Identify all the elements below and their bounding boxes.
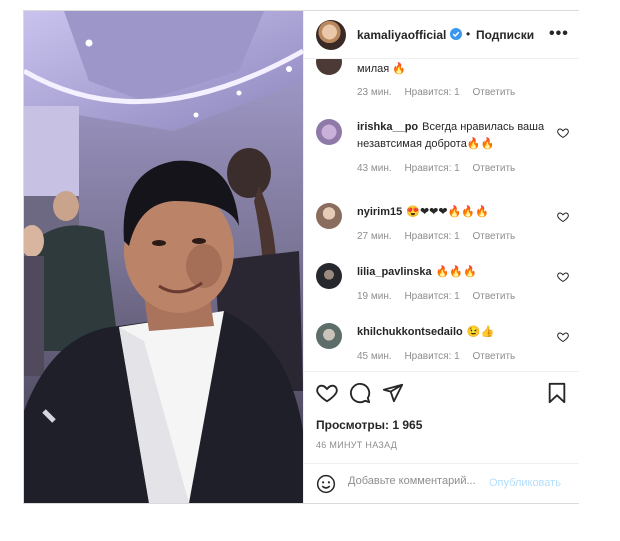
comment-reply-button[interactable]: Ответить [472, 87, 515, 98]
header-separator: • [466, 27, 471, 41]
comment-likes[interactable]: Нравится: 1 [404, 291, 459, 302]
comment-avatar[interactable] [316, 59, 342, 75]
comment-meta: 43 мин. Нравится: 1 Ответить [357, 163, 525, 174]
instagram-post: kamaliyaofficial • Подписки ••• милая 🔥 … [23, 10, 579, 504]
comment-time[interactable]: 45 мин. [357, 351, 392, 362]
add-comment-input[interactable] [348, 475, 483, 487]
like-comment-heart-icon[interactable] [557, 331, 569, 343]
comment-reply-button[interactable]: Ответить [472, 351, 515, 362]
comment-text: 😍❤❤❤🔥🔥🔥 [406, 206, 489, 218]
comment-body: nyirim15 😍❤❤❤🔥🔥🔥 [357, 204, 547, 221]
following-button[interactable]: Подписки [476, 28, 534, 42]
comment-time[interactable]: 23 мин. [357, 87, 392, 98]
comment-text: милая 🔥 [357, 63, 406, 75]
comment-text: 😉👍 [466, 326, 495, 338]
comment-avatar[interactable] [316, 119, 342, 145]
comments-list[interactable]: милая 🔥 23 мин. Нравится: 1 Ответить iri… [304, 59, 579, 371]
party-selfie-image [24, 11, 303, 503]
save-bookmark-icon[interactable] [546, 382, 568, 404]
post-photo[interactable] [24, 11, 303, 503]
comment-bubble-icon[interactable] [349, 382, 371, 404]
comment-likes[interactable]: Нравится: 1 [404, 87, 459, 98]
post-side-panel: kamaliyaofficial • Подписки ••• милая 🔥 … [303, 11, 579, 503]
comment-username[interactable]: irishka__po [357, 121, 418, 133]
comment-time[interactable]: 43 мин. [357, 163, 392, 174]
like-comment-heart-icon[interactable] [557, 127, 569, 139]
comment-likes[interactable]: Нравится: 1 [404, 351, 459, 362]
comment-avatar[interactable] [316, 263, 342, 289]
like-heart-icon[interactable] [316, 382, 338, 404]
views-count[interactable]: Просмотры: 1 965 [316, 418, 422, 432]
comment-time[interactable]: 27 мин. [357, 231, 392, 242]
comment-likes[interactable]: Нравится: 1 [404, 163, 459, 174]
comment-username[interactable]: nyirim15 [357, 206, 402, 218]
comment-reply-button[interactable]: Ответить [472, 291, 515, 302]
emoji-smiley-icon[interactable] [316, 474, 336, 494]
comment-avatar[interactable] [316, 203, 342, 229]
comment-likes[interactable]: Нравится: 1 [404, 231, 459, 242]
author-username[interactable]: kamaliyaofficial [357, 28, 446, 42]
comment-reply-button[interactable]: Ответить [472, 163, 515, 174]
like-comment-heart-icon[interactable] [557, 271, 569, 283]
share-send-icon[interactable] [382, 382, 404, 404]
like-comment-heart-icon[interactable] [557, 211, 569, 223]
post-timestamp[interactable]: 46 МИНУТ НАЗАД [316, 440, 397, 450]
comment-avatar[interactable] [316, 323, 342, 349]
comment-reply-button[interactable]: Ответить [472, 231, 515, 242]
comment-body: irishka__po Всегда нравилась ваша незавтс… [357, 119, 547, 153]
comment-meta: 27 мин. Нравится: 1 Ответить [357, 231, 525, 242]
author-avatar[interactable] [316, 20, 346, 50]
post-header: kamaliyaofficial • Подписки ••• [304, 11, 579, 59]
comment-meta: 45 мин. Нравится: 1 Ответить [357, 351, 525, 362]
comment-body: lilia_pavlinska 🔥🔥🔥 [357, 264, 547, 281]
publish-button[interactable]: Опубликовать [489, 477, 561, 489]
comment-meta: 19 мин. Нравится: 1 Ответить [357, 291, 525, 302]
verified-badge-icon [450, 28, 462, 40]
comment-meta: 23 мин. Нравится: 1 Ответить [357, 87, 525, 98]
comment-username[interactable]: lilia_pavlinska [357, 266, 432, 278]
more-options-icon[interactable]: ••• [549, 25, 569, 43]
comment-body: khilchukkontsedailo 😉👍 [357, 324, 547, 341]
comment-text: 🔥🔥🔥 [435, 266, 477, 278]
comment-time[interactable]: 19 мин. [357, 291, 392, 302]
add-comment-bar: Опубликовать [304, 463, 579, 503]
comment-username[interactable]: khilchukkontsedailo [357, 326, 463, 338]
